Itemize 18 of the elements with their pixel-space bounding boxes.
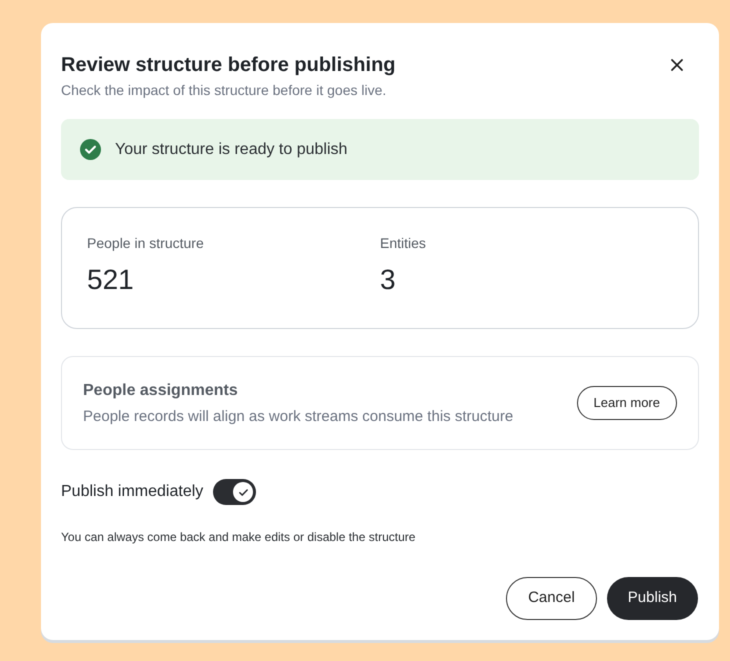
stat-label: People in structure [87,234,205,252]
publish-button[interactable]: Publish [606,577,698,620]
close-icon[interactable] [669,57,685,73]
publish-toggle[interactable] [213,479,256,505]
dialog-title: Review structure before publishing [61,53,396,77]
check-icon [238,486,249,498]
card-description: People records will align as work streams consume this structure [83,408,514,426]
dialog-subtitle: Check the impact of this structure before it goes live. [61,81,388,99]
stat-label: Entities [380,234,427,252]
stat-value: 3 [380,264,397,296]
learn-more-button[interactable]: Learn more [576,386,677,420]
toggle-label: Publish immediately [61,482,204,502]
card-title: People assignments [83,380,239,400]
stat-value: 521 [87,264,135,296]
status-message: Your structure is ready to publish [115,140,348,160]
check-circle-icon [80,139,101,160]
help-text: You can always come back and make edits or disable the structure [61,529,416,546]
cancel-button[interactable]: Cancel [506,577,597,620]
